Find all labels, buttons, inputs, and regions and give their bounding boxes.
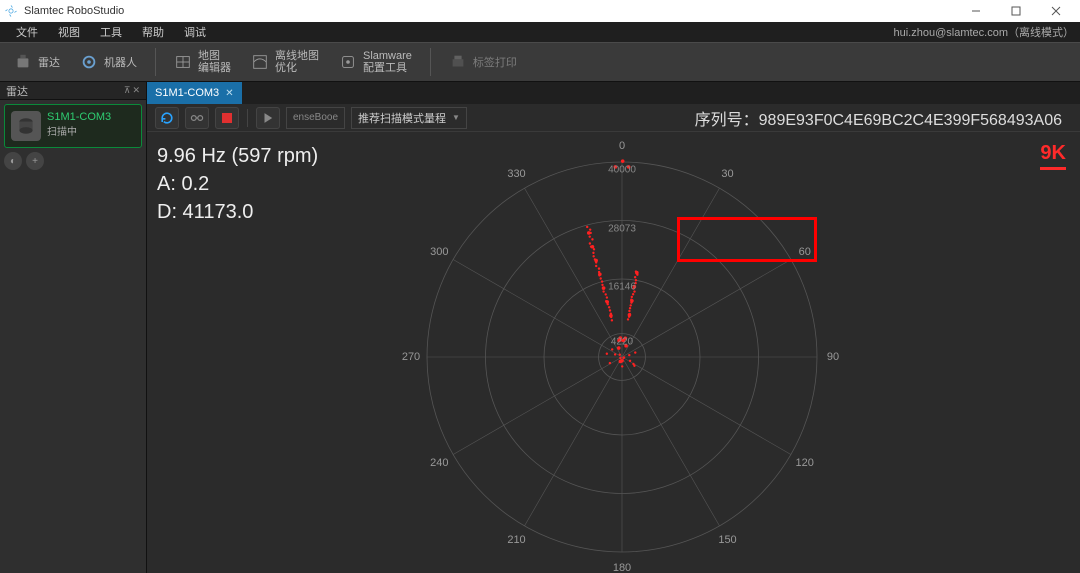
tool-offline-map-label1: 离线地图 [275, 50, 319, 62]
content-area: S1M1-COM3 ✕ enseBooe 推荐扫描模式量程 ▼ 序列号：989E… [147, 82, 1080, 573]
tool-slamware-label2: 配置工具 [363, 62, 412, 74]
menu-file[interactable]: 文件 [6, 24, 48, 40]
tool-map-editor-label2: 编辑器 [198, 62, 231, 74]
main-toolbar: 雷达 机器人 地图编辑器 离线地图优化 Slamware配置工具 标签打印 [0, 42, 1080, 82]
connect-button[interactable] [185, 107, 209, 129]
tab-label: S1M1-COM3 [155, 87, 219, 99]
polar-plot[interactable] [402, 137, 842, 573]
stat-angle: A: 0.2 [157, 170, 318, 198]
scan-stats: 9.96 Hz (597 rpm) A: 0.2 D: 41173.0 [157, 142, 318, 226]
tool-robot-label: 机器人 [104, 54, 137, 70]
radar-icon [14, 53, 32, 71]
tool-slamware-config[interactable]: Slamware配置工具 [331, 48, 420, 76]
app-logo-icon [4, 4, 18, 18]
left-panel: 雷达 ⊼ ✕ S1M1-COM3 扫描中 ◐ + [0, 82, 147, 573]
tool-radar[interactable]: 雷达 [6, 51, 68, 73]
close-button[interactable] [1036, 0, 1076, 22]
tool-offline-map-label2: 优化 [275, 62, 319, 74]
left-panel-header: 雷达 ⊼ ✕ [0, 82, 146, 100]
device-thumb-icon [11, 111, 41, 141]
tab-close-icon[interactable]: ✕ [225, 88, 233, 99]
scan-mode-dropdown[interactable]: 推荐扫描模式量程 ▼ [351, 107, 467, 129]
refresh-button[interactable] [155, 107, 179, 129]
serial-number: 序列号：989E93F0C4E69BC2C4E399F568493A06 [695, 106, 1072, 130]
print-icon [449, 53, 467, 71]
tool-map-editor[interactable]: 地图编辑器 [166, 48, 239, 76]
tab-strip: S1M1-COM3 ✕ [147, 82, 1080, 104]
maximize-button[interactable] [996, 0, 1036, 22]
device-action-add[interactable]: + [26, 152, 44, 170]
window-titlebar: Slamtec RoboStudio [0, 0, 1080, 22]
panel-pin-icon[interactable]: ⊼ [124, 85, 131, 96]
tool-map-editor-label1: 地图 [198, 50, 231, 62]
device-status: 扫描中 [47, 123, 111, 138]
tool-label-print-label: 标签打印 [473, 54, 517, 70]
menu-tools[interactable]: 工具 [90, 24, 132, 40]
tool-robot[interactable]: 机器人 [72, 51, 145, 73]
panel-close-icon[interactable]: ✕ [132, 85, 140, 96]
user-status: hui.zhou@slamtec.com（离线模式） [894, 24, 1075, 40]
tool-label-print[interactable]: 标签打印 [441, 51, 525, 73]
device-card[interactable]: S1M1-COM3 扫描中 [4, 104, 142, 148]
device-name: S1M1-COM3 [47, 111, 111, 123]
tab-device[interactable]: S1M1-COM3 ✕ [147, 82, 242, 104]
scan-mode-label: 推荐扫描模式量程 [358, 110, 446, 126]
menu-help[interactable]: 帮助 [132, 24, 174, 40]
slamware-icon [339, 53, 357, 71]
mode-box[interactable]: enseBooe [286, 107, 345, 129]
toolbar-separator [155, 48, 156, 76]
menu-view[interactable]: 视图 [48, 24, 90, 40]
left-panel-title: 雷达 [6, 83, 28, 99]
tool-slamware-label1: Slamware [363, 50, 412, 62]
stat-freq: 9.96 Hz (597 rpm) [157, 142, 318, 170]
chevron-down-icon: ▼ [452, 113, 460, 122]
offline-map-icon [251, 53, 269, 71]
device-action-settings[interactable]: ◐ [4, 152, 22, 170]
window-title: Slamtec RoboStudio [24, 5, 124, 17]
tool-offline-map[interactable]: 离线地图优化 [243, 48, 327, 76]
menu-debug[interactable]: 调试 [174, 24, 216, 40]
toolbar-separator [430, 48, 431, 76]
controls-row: enseBooe 推荐扫描模式量程 ▼ 序列号：989E93F0C4E69BC2… [147, 104, 1080, 132]
tool-radar-label: 雷达 [38, 54, 60, 70]
play-button[interactable] [256, 107, 280, 129]
menu-bar: 文件 视图 工具 帮助 调试 hui.zhou@slamtec.com（离线模式… [0, 22, 1080, 42]
minimize-button[interactable] [956, 0, 996, 22]
range-badge: 9K [1040, 142, 1066, 170]
controls-separator [247, 109, 248, 127]
stop-button[interactable] [215, 107, 239, 129]
robot-icon [80, 53, 98, 71]
map-editor-icon [174, 53, 192, 71]
stat-dist: D: 41173.0 [157, 198, 318, 226]
serial-label: 序列号： [695, 112, 759, 129]
serial-value: 989E93F0C4E69BC2C4E399F568493A06 [759, 112, 1062, 129]
